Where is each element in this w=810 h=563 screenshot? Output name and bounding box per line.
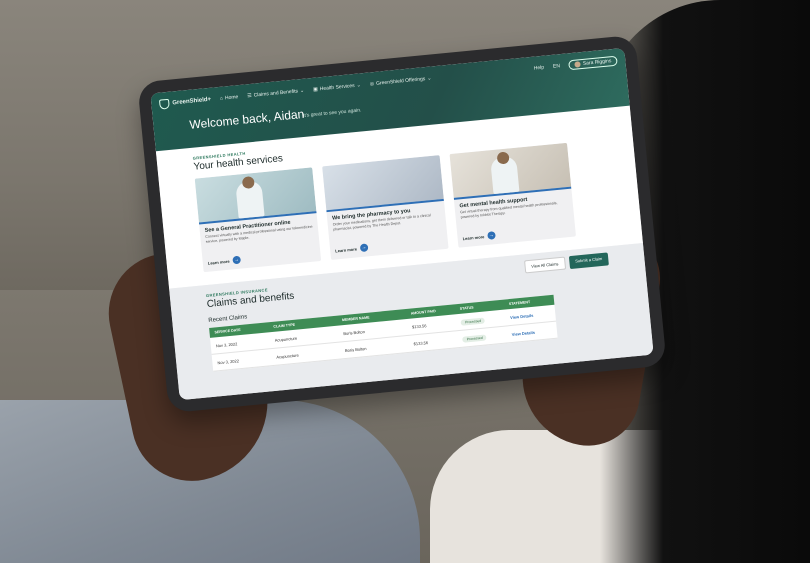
welcome-heading: Welcome back, Aidan — [188, 106, 305, 132]
service-date: Nov 3, 2022 — [215, 340, 238, 348]
service-card-mental-health[interactable]: Get mental health support Get virtual th… — [449, 142, 576, 248]
service-date: Nov 3, 2022 — [217, 357, 240, 365]
shield-icon — [158, 98, 170, 110]
list-icon: ☰ — [246, 92, 253, 100]
claim-type: Acupuncture — [276, 352, 299, 360]
welcome-subtext: It's great to see you again. — [302, 107, 362, 119]
tablet-device: GreenShield+ ⌂ Home ☰ Claims and Benefits ⌄… — [137, 34, 667, 414]
view-details-link[interactable]: View Details — [510, 310, 556, 319]
status-badge: Processed — [462, 333, 487, 343]
nav-offerings[interactable]: ◎ GreenShield Offerings ⌄ — [370, 76, 432, 88]
learn-more-link[interactable]: Learn more → — [335, 243, 369, 254]
help-link[interactable]: Help — [534, 65, 545, 72]
nav-offerings-label: GreenShield Offerings — [375, 76, 426, 87]
status-badge: Processed — [460, 317, 486, 326]
service-card-pharmacy[interactable]: We bring the pharmacy to you Order your … — [322, 155, 449, 260]
nav-home-label: Home — [224, 94, 239, 102]
service-card-gp[interactable]: See a General Practitioner online Connec… — [194, 167, 322, 273]
tablet-screen: GreenShield+ ⌂ Home ☰ Claims and Benefits ⌄… — [150, 47, 654, 401]
amount-paid: $133.56 — [413, 339, 429, 346]
chevron-down-icon: ⌄ — [299, 87, 305, 95]
claim-type: Acupuncture — [274, 335, 298, 343]
globe-icon: ◎ — [369, 81, 375, 88]
nav-claims[interactable]: ☰ Claims and Benefits ⌄ — [247, 88, 304, 99]
main-nav: GreenShield+ ⌂ Home ☰ Claims and Benefits ⌄… — [158, 55, 618, 111]
learn-more-link[interactable]: Learn more → — [462, 231, 496, 242]
brand-name: GreenShield+ — [172, 96, 212, 107]
learn-more-link[interactable]: Learn more → — [207, 255, 241, 267]
language-toggle[interactable]: EN — [553, 63, 560, 70]
user-menu[interactable]: Sara Riggins — [568, 55, 618, 71]
arrow-right-icon: → — [359, 243, 369, 253]
nav-home[interactable]: ⌂ Home — [220, 94, 239, 102]
amount-paid: $133.56 — [411, 322, 427, 330]
arrow-right-icon: → — [486, 231, 496, 240]
arrow-right-icon: → — [232, 255, 241, 265]
nav-health-label: Health Services — [319, 82, 355, 93]
nav-health[interactable]: ▣ Health Services ⌄ — [313, 82, 361, 93]
member-name: Boris Bolton — [344, 345, 367, 353]
user-name: Sara Riggins — [582, 58, 612, 67]
clipboard-icon: ▣ — [312, 86, 319, 93]
member-name: Boris Bolton — [343, 328, 366, 336]
home-icon: ⌂ — [219, 95, 224, 102]
view-details-link[interactable]: View Details — [511, 327, 557, 336]
nav-claims-label: Claims and Benefits — [253, 88, 299, 99]
avatar — [574, 61, 582, 68]
brand-logo[interactable]: GreenShield+ — [158, 95, 212, 110]
chevron-down-icon: ⌄ — [427, 75, 432, 82]
chevron-down-icon: ⌄ — [356, 82, 362, 89]
